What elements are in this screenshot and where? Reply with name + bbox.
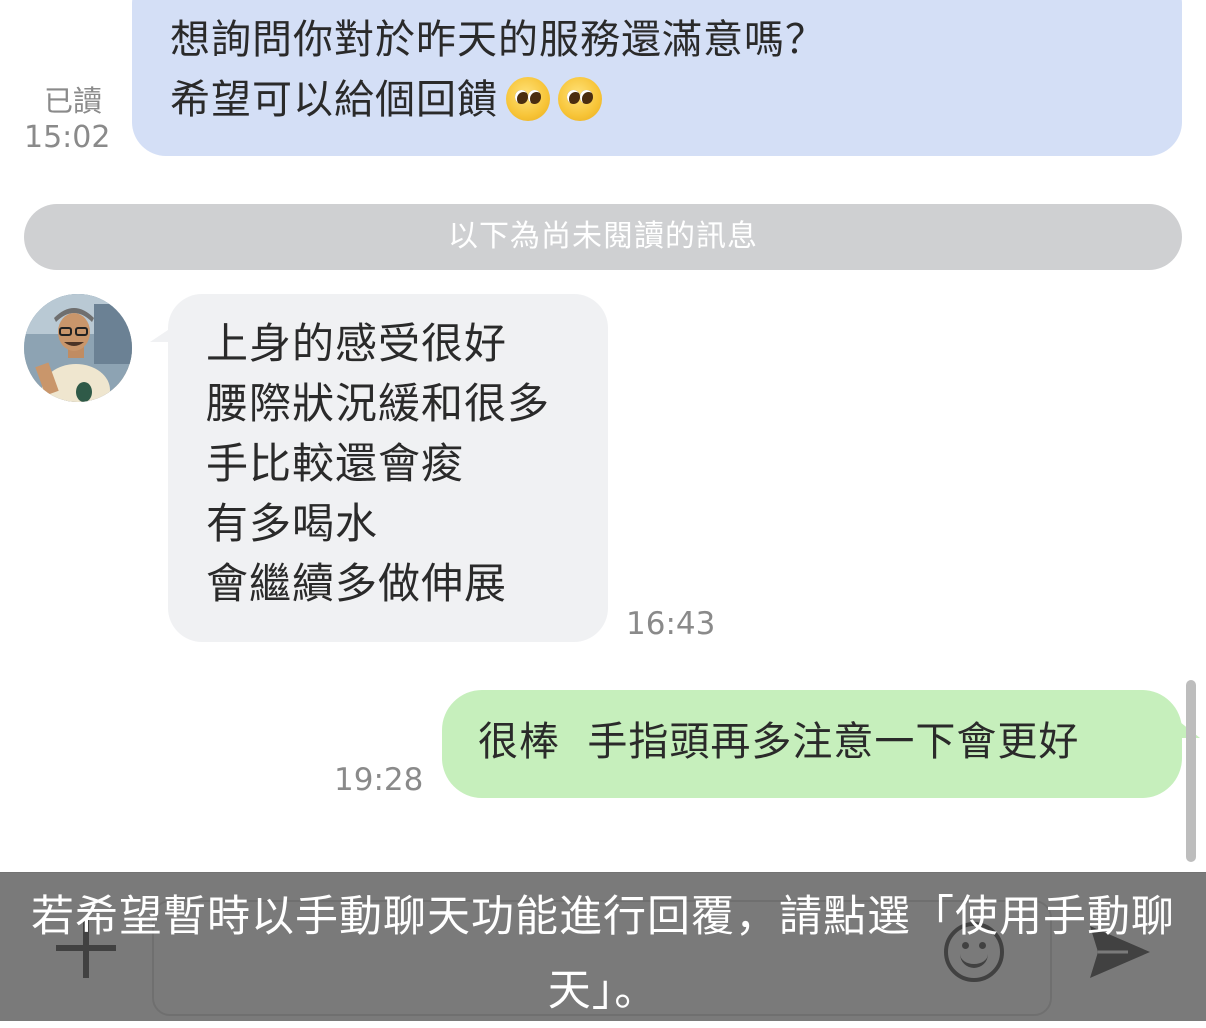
scrollbar[interactable] (1186, 680, 1196, 862)
notice-line: 天」。 (547, 966, 659, 1016)
message-timestamp: 16:43 (626, 606, 716, 642)
incoming-message-bubble[interactable]: 上身的感受很好 腰際狀況緩和很多 手比較還會痠 有多喝水 會繼續多做伸展 (168, 294, 608, 642)
message-line: 希望可以給個回饋 (170, 77, 498, 123)
message-timestamp: 19:28 (334, 762, 424, 798)
notice-line: 若希望暫時以手動聊天功能進行回覆，請點選「使用手動聊 (31, 892, 1175, 942)
message-line: 手比較還會痠 (206, 439, 465, 488)
contact-avatar[interactable] (24, 294, 132, 402)
outgoing-message-bubble[interactable]: 想詢問你對於昨天的服務還滿意嗎？ 希望可以給個回饋 (132, 0, 1182, 156)
message-line: 有多喝水 (206, 499, 379, 548)
unread-messages-divider: 以下為尚未閱讀的訊息 (24, 204, 1182, 270)
manual-chat-notice: 若希望暫時以手動聊天功能進行回覆，請點選「使用手動聊 天」。 (0, 880, 1206, 1028)
message-line: 會繼續多做伸展 (206, 559, 508, 608)
pleading-face-emoji-icon (506, 77, 550, 121)
avatar-photo-icon (24, 294, 132, 402)
pleading-face-emoji-icon (558, 77, 602, 121)
message-line: 腰際狀況緩和很多 (206, 379, 551, 428)
message-timestamp: 15:02 (24, 120, 111, 155)
message-line: 上身的感受很好 (206, 319, 508, 368)
message-line: 想詢問你對於昨天的服務還滿意嗎？ (170, 17, 826, 63)
message-text: 很棒 手指頭再多注意一下會更好 (478, 719, 1080, 765)
read-receipt-label: 已讀 (44, 84, 103, 118)
outgoing-reply-bubble[interactable]: 很棒 手指頭再多注意一下會更好 (442, 690, 1182, 798)
